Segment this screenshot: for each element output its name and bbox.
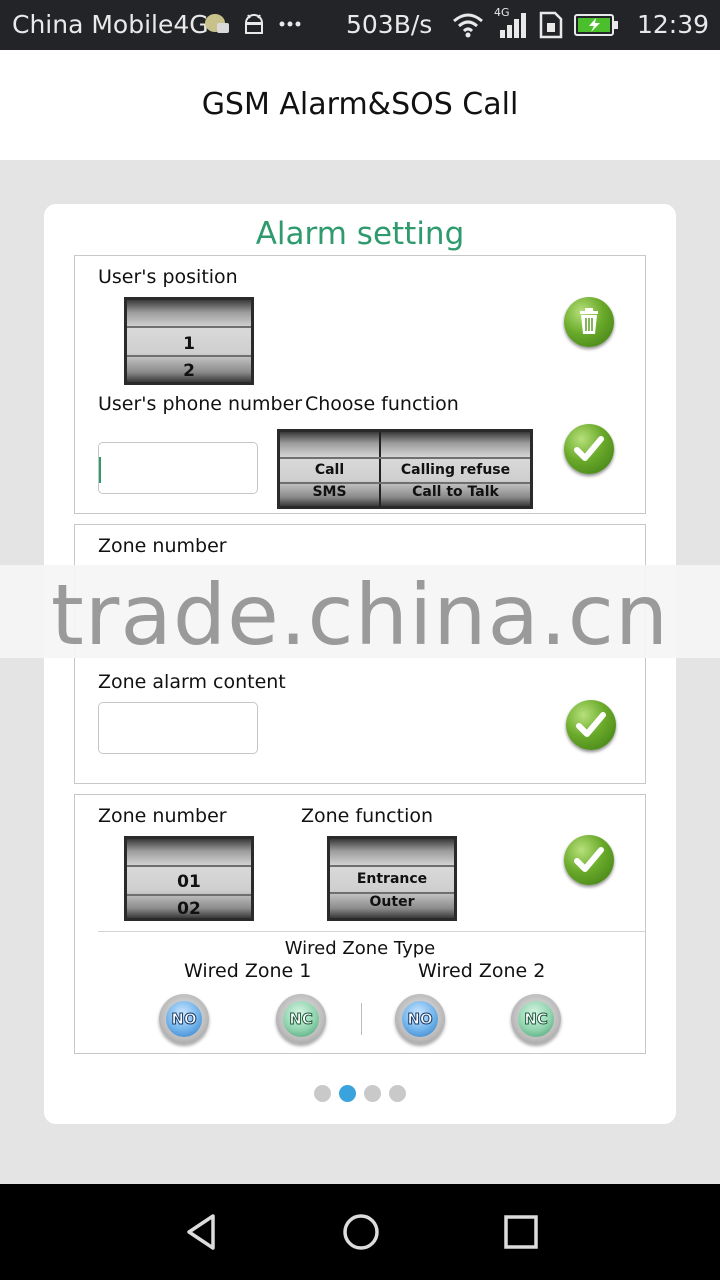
page-dot[interactable] [389, 1085, 406, 1102]
zone-separator [361, 1003, 362, 1035]
zone-number-label: Zone number [98, 805, 227, 827]
zone-function-label: Zone function [301, 805, 434, 827]
function-picker[interactable]: Call Calling refuse SMS Call to Talk [277, 429, 533, 509]
choose-function-label: Choose function [305, 393, 459, 415]
watermark: trade.china.cn [50, 566, 670, 664]
picker-row: 1 [183, 334, 195, 354]
recents-square-icon[interactable] [501, 1212, 541, 1252]
zone1-nc-label: NC [283, 1001, 319, 1037]
sim-card-icon [539, 11, 563, 39]
zone-alarm-content-label: Zone alarm content [98, 671, 286, 693]
back-triangle-icon[interactable] [181, 1212, 221, 1252]
zone1-no-button[interactable]: NO [159, 994, 209, 1044]
zone-alarm-content-input[interactable] [98, 702, 258, 754]
carrier-name: China Mobile4G [12, 10, 209, 39]
home-circle-icon[interactable] [341, 1212, 381, 1252]
zone2-nc-label: NC [518, 1001, 554, 1037]
signal-icon [500, 13, 526, 38]
confirm-zone-content-button[interactable] [566, 700, 616, 750]
picker-row: 2 [183, 361, 195, 381]
zone-function-picker[interactable]: Entrance Outer [327, 836, 457, 921]
page-indicator [314, 1085, 406, 1102]
user-position-picker[interactable]: 1 2 [124, 297, 254, 385]
network-speed: 503B/s [346, 10, 433, 39]
battery-charging-icon [574, 14, 618, 36]
picker-row: Calling refuse [400, 462, 511, 478]
check-icon [576, 712, 606, 737]
card-title: Alarm setting [255, 216, 465, 252]
zone2-nc-button[interactable]: NC [511, 994, 561, 1044]
user-position-label: User's position [98, 266, 238, 288]
android-icon [244, 14, 264, 34]
zone-number-label: Zone number [98, 535, 227, 557]
picker-row: 02 [177, 899, 201, 919]
text-caret [99, 457, 101, 483]
page-dot[interactable] [364, 1085, 381, 1102]
picker-row: Call [314, 462, 345, 478]
alarm-setting-card: Alarm setting User's position 1 2 User's… [44, 204, 676, 1124]
clock: 12:39 [637, 10, 710, 39]
page-dot[interactable] [314, 1085, 331, 1102]
phone-number-input[interactable] [98, 442, 258, 494]
trash-icon [580, 308, 598, 334]
picker-row: SMS [312, 484, 347, 500]
app-title-bar: GSM Alarm&SOS Call [0, 50, 720, 160]
zone-number-picker[interactable]: 01 02 [124, 836, 254, 921]
confirm-zone-function-button[interactable] [564, 835, 614, 885]
picker-row: Entrance [356, 871, 428, 887]
wired-zone-2-label: Wired Zone 2 [418, 960, 546, 982]
zone1-no-label: NO [166, 1001, 202, 1037]
chat-notification-icon [205, 14, 229, 33]
user-panel: User's position 1 2 User's phone number … [74, 255, 646, 514]
wired-zone-1-label: Wired Zone 1 [184, 960, 312, 982]
page-dot-active[interactable] [339, 1085, 356, 1102]
picker-row: Outer [369, 894, 415, 910]
check-icon [574, 436, 604, 461]
picker-row: 01 [177, 872, 201, 892]
zone1-nc-button[interactable]: NC [276, 994, 326, 1044]
phone-number-label: User's phone number [98, 393, 303, 415]
divider [98, 931, 645, 932]
zone2-no-label: NO [402, 1001, 438, 1037]
wired-zone-type-label: Wired Zone Type [284, 938, 436, 959]
app-title: GSM Alarm&SOS Call [201, 87, 519, 122]
zone-function-panel: Zone number Zone function 01 02 Entrance… [74, 794, 646, 1054]
delete-button[interactable] [564, 297, 614, 347]
more-dots-icon [279, 21, 301, 27]
picker-row: Call to Talk [412, 484, 499, 500]
check-icon [574, 847, 604, 872]
confirm-user-button[interactable] [564, 424, 614, 474]
zone2-no-button[interactable]: NO [395, 994, 445, 1044]
navigation-bar [0, 1184, 720, 1280]
wifi-icon [453, 13, 483, 38]
status-bar: China Mobile4G 503B/s 4G 12:39 [0, 0, 720, 50]
